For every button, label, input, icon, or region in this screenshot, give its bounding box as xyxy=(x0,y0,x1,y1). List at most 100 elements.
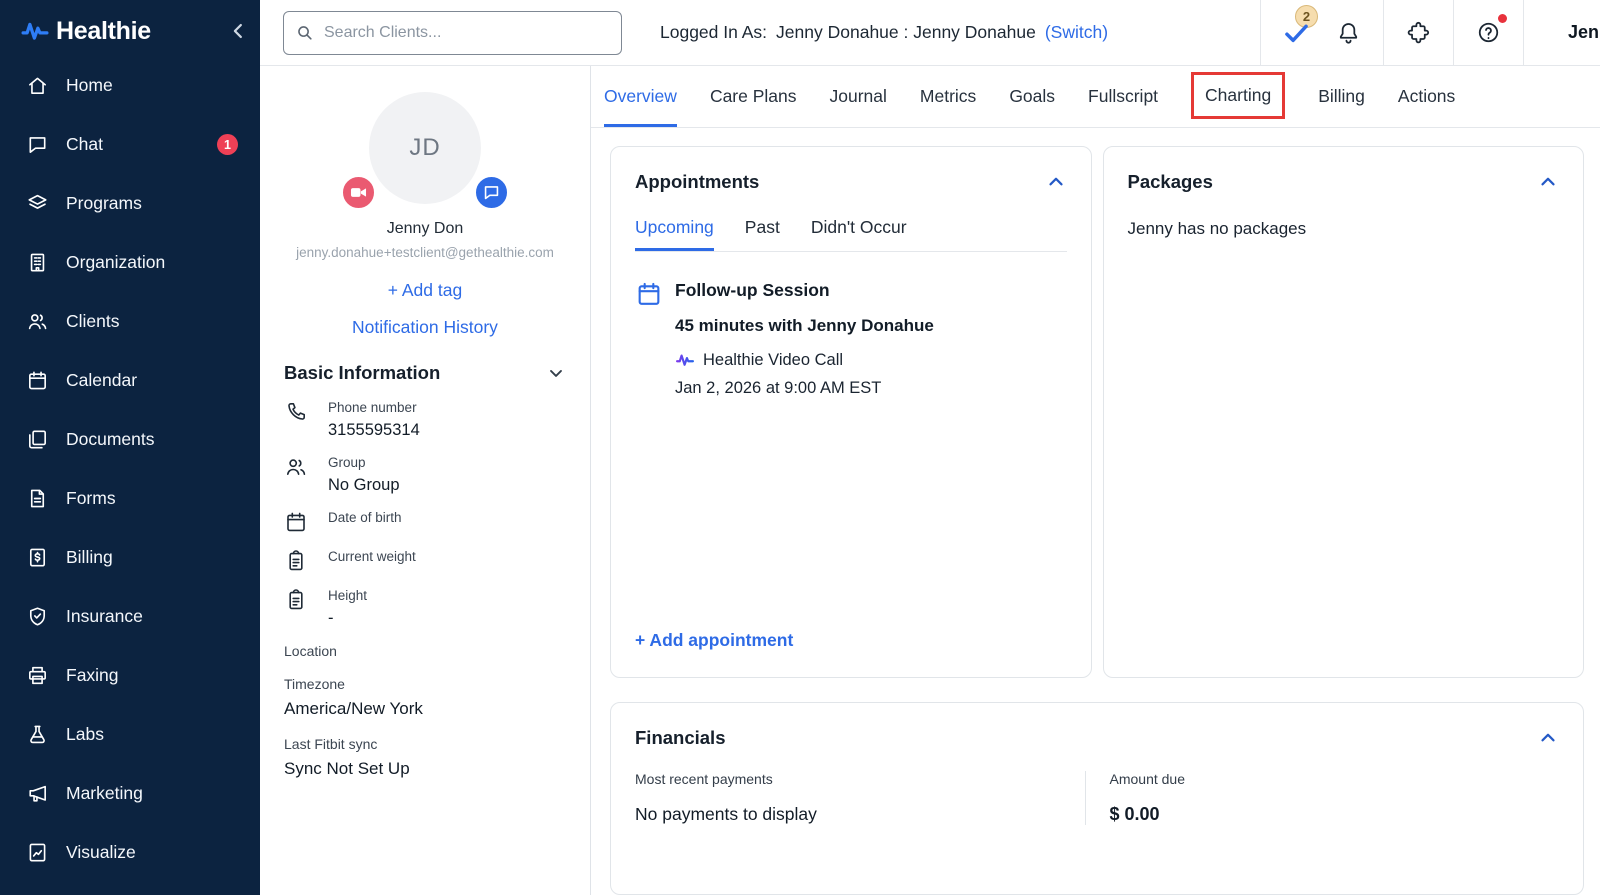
tab-goals[interactable]: Goals xyxy=(1009,66,1055,127)
field-height: Height - xyxy=(284,588,566,628)
appointment-datetime: Jan 2, 2026 at 9:00 AM EST xyxy=(675,379,882,397)
packages-title: Packages xyxy=(1127,171,1213,192)
sidebar-item-clients[interactable]: Clients xyxy=(0,292,260,351)
sidebar-item-chat[interactable]: Chat 1 xyxy=(0,115,260,174)
help-cell xyxy=(1453,0,1524,65)
current-user-name[interactable]: Jenn xyxy=(1524,22,1600,43)
tab-fullscript[interactable]: Fullscript xyxy=(1088,66,1158,127)
recent-payments-value: No payments to display xyxy=(635,804,817,824)
tab-billing[interactable]: Billing xyxy=(1318,66,1365,127)
sidebar-item-label: Marketing xyxy=(66,783,143,803)
add-tag-link[interactable]: + Add tag xyxy=(284,280,566,301)
appointment-item[interactable]: Follow-up Session 45 minutes with Jenny … xyxy=(635,280,1067,398)
sidebar-item-labs[interactable]: Labs xyxy=(0,705,260,764)
healthie-video-icon xyxy=(675,350,695,370)
sidebar-item-calendar[interactable]: Calendar xyxy=(0,351,260,410)
appt-tab-didnt-occur[interactable]: Didn't Occur xyxy=(811,217,907,251)
sidebar-item-label: Programs xyxy=(66,193,142,213)
help-alert-dot xyxy=(1498,14,1507,23)
tab-actions[interactable]: Actions xyxy=(1398,66,1455,127)
add-appointment-link[interactable]: + Add appointment xyxy=(635,630,1067,651)
sidebar-item-label: Faxing xyxy=(66,665,119,685)
tasks-notifications-cell: 2 xyxy=(1260,0,1383,65)
sidebar-item-organization[interactable]: Organization xyxy=(0,233,260,292)
appointment-contact-type: Healthie Video Call xyxy=(675,350,934,370)
chevron-down-icon[interactable] xyxy=(546,363,566,383)
sidebar-item-label: Organization xyxy=(66,252,166,272)
sidebar-item-faxing[interactable]: Faxing xyxy=(0,646,260,705)
group-icon xyxy=(284,455,308,479)
appt-tab-past[interactable]: Past xyxy=(745,217,780,251)
sidebar-item-label: Calendar xyxy=(66,370,138,390)
appointment-details: Follow-up Session 45 minutes with Jenny … xyxy=(675,280,934,398)
sidebar-item-documents[interactable]: Documents xyxy=(0,410,260,469)
sidebar-item-programs[interactable]: Programs xyxy=(0,174,260,233)
home-icon xyxy=(26,74,49,97)
sidebar-item-forms[interactable]: Forms xyxy=(0,469,260,528)
field-value: Sync Not Set Up xyxy=(284,759,410,778)
sidebar-item-marketing[interactable]: Marketing xyxy=(0,764,260,823)
sidebar-nav: Home Chat 1 Programs Organization Client… xyxy=(0,56,260,882)
fax-icon xyxy=(26,664,49,687)
sidebar-collapse-icon[interactable] xyxy=(228,20,250,42)
field-timezone: Timezone America/New York xyxy=(284,676,566,719)
appt-tab-upcoming[interactable]: Upcoming xyxy=(635,217,714,251)
phone-icon xyxy=(284,400,308,424)
flask-icon xyxy=(26,723,49,746)
logged-in-as: Logged In As: Jenny Donahue : Jenny Dona… xyxy=(660,22,1108,43)
field-group: Group No Group xyxy=(284,455,566,495)
appointments-card: Appointments Upcoming Past Didn't Occur xyxy=(610,146,1092,678)
field-label: Timezone xyxy=(284,676,345,692)
tasks-check-icon[interactable] xyxy=(1283,19,1310,46)
overview-cards: Appointments Upcoming Past Didn't Occur xyxy=(591,128,1600,895)
sidebar-item-home[interactable]: Home xyxy=(0,56,260,115)
forms-icon xyxy=(26,487,49,510)
client-search xyxy=(283,10,622,55)
field-value: - xyxy=(328,609,334,627)
help-question-icon[interactable] xyxy=(1476,20,1501,45)
sidebar-item-label: Billing xyxy=(66,547,113,567)
notification-history-link[interactable]: Notification History xyxy=(284,317,566,338)
sidebar-item-billing[interactable]: Billing xyxy=(0,528,260,587)
basic-information-header[interactable]: Basic Information xyxy=(284,362,566,384)
programs-icon xyxy=(26,192,49,215)
chat-unread-badge: 1 xyxy=(217,134,238,155)
field-label: Date of birth xyxy=(328,510,402,525)
search-icon xyxy=(295,23,314,42)
amount-due-value: $ 0.00 xyxy=(1109,804,1160,824)
packages-empty-message: Jenny has no packages xyxy=(1127,219,1307,238)
tab-metrics[interactable]: Metrics xyxy=(920,66,976,127)
field-phone: Phone number 3155595314 xyxy=(284,400,566,440)
app-root: Healthie Home Chat 1 Programs Organizati… xyxy=(0,0,1600,895)
packages-header: Packages xyxy=(1128,171,1560,193)
field-location: Location xyxy=(284,643,566,659)
financials-card: Financials Most recent payments No payme… xyxy=(610,702,1584,895)
message-client-button[interactable] xyxy=(474,175,509,210)
field-fitbit-sync: Last Fitbit sync Sync Not Set Up xyxy=(284,736,566,779)
chevron-up-icon[interactable] xyxy=(1537,171,1559,193)
sidebar-item-label: Chat xyxy=(66,134,103,154)
tab-journal[interactable]: Journal xyxy=(830,66,887,127)
search-clients-input[interactable] xyxy=(283,10,622,55)
puzzle-integrations-icon[interactable] xyxy=(1406,20,1431,45)
chevron-up-icon[interactable] xyxy=(1045,171,1067,193)
brand-header: Healthie xyxy=(0,0,260,56)
sidebar-item-insurance[interactable]: Insurance xyxy=(0,587,260,646)
video-call-button[interactable] xyxy=(341,175,376,210)
field-dob: Date of birth xyxy=(284,510,566,534)
tab-overview[interactable]: Overview xyxy=(604,66,677,127)
notifications-bell-icon[interactable] xyxy=(1336,20,1361,45)
tab-charting[interactable]: Charting xyxy=(1191,72,1286,119)
sidebar-item-visualize[interactable]: Visualize xyxy=(0,823,260,882)
field-value: 3155595314 xyxy=(328,421,420,439)
calendar-icon xyxy=(26,369,49,392)
content-area: JD Jenny Don jenny.donahue+testclient@ge… xyxy=(260,66,1600,895)
field-label: Last Fitbit sync xyxy=(284,736,378,752)
switch-user-link[interactable]: (Switch) xyxy=(1045,22,1108,43)
field-label: Phone number xyxy=(328,400,417,415)
main-column: Logged In As: Jenny Donahue : Jenny Dona… xyxy=(260,0,1600,895)
appointment-duration: 45 minutes with Jenny Donahue xyxy=(675,316,934,335)
chevron-up-icon[interactable] xyxy=(1537,727,1559,749)
tab-care-plans[interactable]: Care Plans xyxy=(710,66,797,127)
financials-header: Financials xyxy=(635,727,1559,749)
